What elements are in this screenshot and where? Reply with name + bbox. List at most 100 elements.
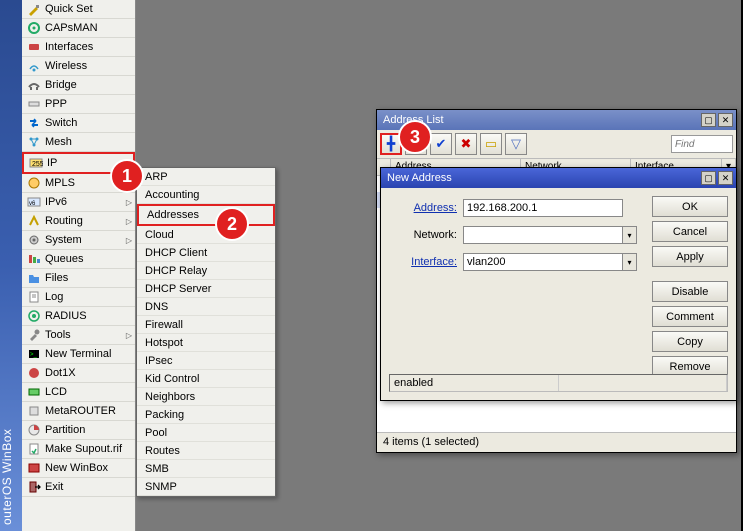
- submenu-item-label: DNS: [145, 301, 168, 313]
- minimize-icon[interactable]: ▢: [701, 171, 716, 185]
- bridge-icon: [26, 78, 41, 93]
- sidebar-item-make-supout-rif[interactable]: Make Supout.rif: [22, 440, 135, 459]
- apply-button[interactable]: Apply: [652, 246, 728, 267]
- submenu-item-dns[interactable]: DNS: [137, 298, 275, 316]
- submenu-item-kid-control[interactable]: Kid Control: [137, 370, 275, 388]
- network-input[interactable]: [463, 226, 623, 244]
- sidebar-item-label: LCD: [45, 386, 67, 398]
- svg-text:>_: >_: [30, 352, 38, 358]
- minimize-icon[interactable]: ▢: [701, 113, 716, 127]
- comment-button[interactable]: ▭: [480, 133, 502, 155]
- network-dropdown-icon[interactable]: ▾: [623, 226, 637, 244]
- sidebar-item-label: MetaROUTER: [45, 405, 116, 417]
- ok-button[interactable]: OK: [652, 196, 728, 217]
- submenu-item-routes[interactable]: Routes: [137, 442, 275, 460]
- sidebar-item-label: IP: [47, 157, 57, 169]
- interface-dropdown-icon[interactable]: ▾: [623, 253, 637, 271]
- submenu-item-label: Addresses: [147, 209, 199, 221]
- tools-icon: [26, 328, 41, 343]
- interface-label[interactable]: Interface:: [389, 256, 457, 268]
- sidebar-item-label: CAPsMAN: [45, 22, 98, 34]
- submenu-item-pool[interactable]: Pool: [137, 424, 275, 442]
- submenu-item-smb[interactable]: SMB: [137, 460, 275, 478]
- sidebar-item-interfaces[interactable]: Interfaces: [22, 38, 135, 57]
- submenu-item-label: Hotspot: [145, 337, 183, 349]
- submenu-item-ipsec[interactable]: IPsec: [137, 352, 275, 370]
- sidebar-item-partition[interactable]: Partition: [22, 421, 135, 440]
- submenu-item-label: SNMP: [145, 481, 177, 493]
- cancel-button[interactable]: Cancel: [652, 221, 728, 242]
- close-icon[interactable]: ✕: [718, 171, 733, 185]
- sidebar-item-metarouter[interactable]: MetaROUTER: [22, 402, 135, 421]
- address-input[interactable]: [463, 199, 623, 217]
- sidebar-item-ipv6[interactable]: v6IPv6▷: [22, 193, 135, 212]
- disable-button[interactable]: Disable: [652, 281, 728, 302]
- submenu-item-label: IPsec: [145, 355, 173, 367]
- sidebar-item-log[interactable]: Log: [22, 288, 135, 307]
- sidebar-item-ppp[interactable]: PPP: [22, 95, 135, 114]
- enable-button[interactable]: ✔: [430, 133, 452, 155]
- address-list-titlebar[interactable]: Address List ▢ ✕: [377, 110, 736, 130]
- submenu-item-snmp[interactable]: SNMP: [137, 478, 275, 496]
- filter-button[interactable]: ▽: [505, 133, 527, 155]
- sidebar-item-lcd[interactable]: LCD: [22, 383, 135, 402]
- callout-1: 1: [110, 159, 144, 193]
- sidebar-item-wireless[interactable]: Wireless: [22, 57, 135, 76]
- sidebar-item-exit[interactable]: Exit: [22, 478, 135, 497]
- submenu-item-dhcp-relay[interactable]: DHCP Relay: [137, 262, 275, 280]
- sidebar-item-bridge[interactable]: Bridge: [22, 76, 135, 95]
- sidebar-item-radius[interactable]: RADIUS: [22, 307, 135, 326]
- submenu-item-addresses[interactable]: Addresses: [137, 204, 275, 226]
- new-address-titlebar[interactable]: New Address ▢ ✕: [381, 168, 736, 188]
- address-list-title: Address List: [380, 114, 699, 126]
- chevron-right-icon: ▷: [126, 217, 132, 226]
- sidebar-item-quick-set[interactable]: Quick Set: [22, 0, 135, 19]
- sidebar-item-switch[interactable]: Switch: [22, 114, 135, 133]
- callout-3: 3: [398, 120, 432, 154]
- address-label[interactable]: Address:: [389, 202, 457, 214]
- ipv6-icon: v6: [26, 195, 41, 210]
- sidebar-item-routing[interactable]: Routing ▷: [22, 212, 135, 231]
- submenu-item-label: Firewall: [145, 319, 183, 331]
- submenu-item-hotspot[interactable]: Hotspot: [137, 334, 275, 352]
- sidebar-item-mesh[interactable]: Mesh: [22, 133, 135, 152]
- sidebar-item-tools[interactable]: Tools▷: [22, 326, 135, 345]
- chevron-right-icon: ▷: [126, 236, 132, 245]
- sidebar-item-label: Routing: [45, 215, 83, 227]
- sidebar-item-label: RADIUS: [45, 310, 87, 322]
- sidebar-item-label: Log: [45, 291, 63, 303]
- disable-button[interactable]: ✖: [455, 133, 477, 155]
- submenu-item-packing[interactable]: Packing: [137, 406, 275, 424]
- sidebar-item-new-winbox[interactable]: New WinBox: [22, 459, 135, 478]
- svg-text:v6: v6: [29, 201, 36, 207]
- submenu-item-neighbors[interactable]: Neighbors: [137, 388, 275, 406]
- submenu-item-label: Cloud: [145, 229, 174, 241]
- interface-input[interactable]: [463, 253, 623, 271]
- sidebar-item-capsman[interactable]: CAPsMAN: [22, 19, 135, 38]
- new-address-body: Address: Network: ▾ Interface: ▾ OK Canc…: [381, 188, 736, 400]
- copy-button[interactable]: Copy: [652, 331, 728, 352]
- sidebar-item-dot1x[interactable]: Dot1X: [22, 364, 135, 383]
- submenu-item-firewall[interactable]: Firewall: [137, 316, 275, 334]
- find-input[interactable]: [671, 135, 733, 153]
- submenu-item-dhcp-client[interactable]: DHCP Client: [137, 244, 275, 262]
- submenu-item-cloud[interactable]: Cloud: [137, 226, 275, 244]
- new-address-statusbar: enabled: [389, 374, 728, 392]
- submenu-item-arp[interactable]: ARP: [137, 168, 275, 186]
- submenu-item-label: ARP: [145, 171, 168, 183]
- sidebar-item-queues[interactable]: Queues: [22, 250, 135, 269]
- new-winbox-icon: [26, 461, 41, 476]
- sidebar-item-files[interactable]: Files: [22, 269, 135, 288]
- sidebar-item-label: Tools: [45, 329, 71, 341]
- submenu-item-dhcp-server[interactable]: DHCP Server: [137, 280, 275, 298]
- submenu-item-label: DHCP Relay: [145, 265, 207, 277]
- sidebar-item-new-terminal[interactable]: >_New Terminal: [22, 345, 135, 364]
- chevron-right-icon: ▷: [126, 198, 132, 207]
- submenu-item-label: Accounting: [145, 189, 199, 201]
- submenu-item-accounting[interactable]: Accounting: [137, 186, 275, 204]
- close-icon[interactable]: ✕: [718, 113, 733, 127]
- sidebar-item-system[interactable]: System▷: [22, 231, 135, 250]
- sidebar-item-label: PPP: [45, 98, 67, 110]
- comment-button[interactable]: Comment: [652, 306, 728, 327]
- quick-set-icon: [26, 2, 41, 17]
